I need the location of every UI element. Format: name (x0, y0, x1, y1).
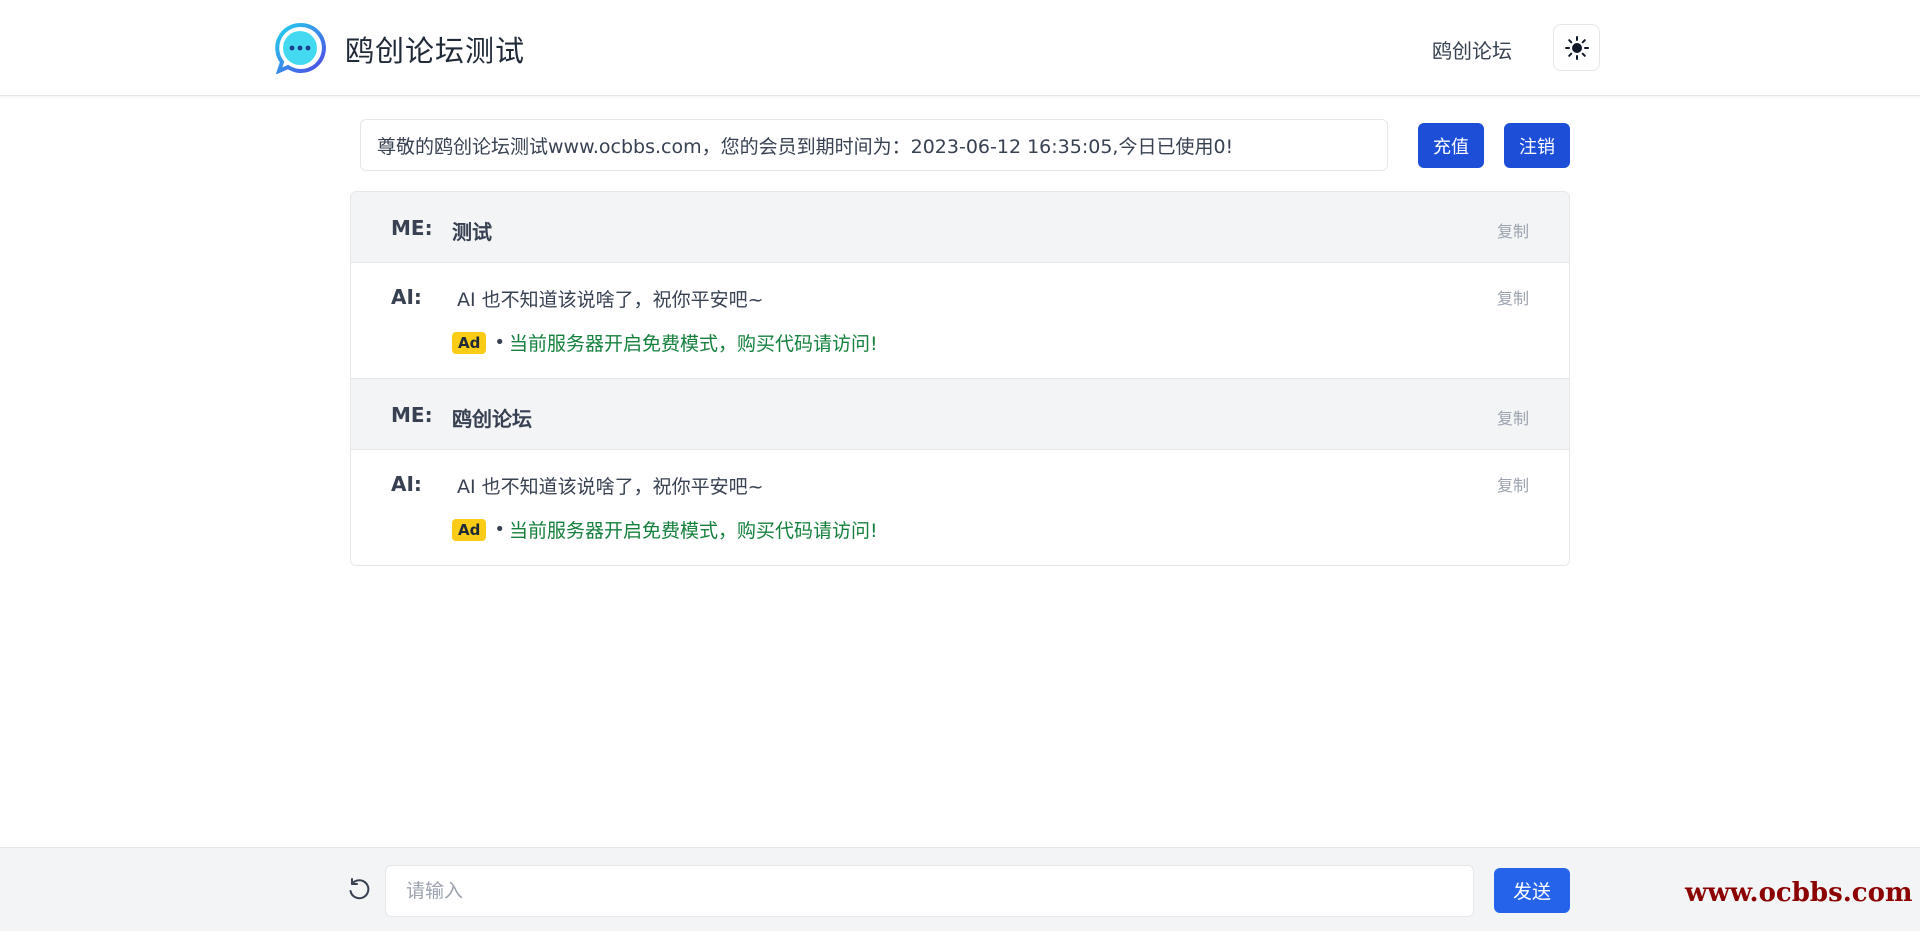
message-text: AI 也不知道该说啥了，祝你平安吧~ (457, 476, 764, 498)
composer-bar: 发送 www.ocbbs.com (0, 847, 1920, 931)
bullet: • (494, 332, 505, 353)
copy-button[interactable]: 复制 (1497, 472, 1529, 496)
role-label: ME: (391, 403, 433, 427)
message-text: AI 也不知道该说啥了，祝你平安吧~ (457, 289, 764, 311)
sun-icon (1564, 35, 1589, 60)
chat-history: ME: 测试 复制 AI: AI 也不知道该说啥了，祝你平安吧~ 复制 Ad •… (350, 191, 1570, 566)
recharge-button[interactable]: 充值 (1418, 123, 1484, 168)
message-ai: AI: AI 也不知道该说啥了，祝你平安吧~ 复制 Ad • 当前服务器开启免费… (351, 450, 1569, 565)
nav-link-forum[interactable]: 鸥创论坛 (1432, 35, 1512, 64)
chat-bubble-icon[interactable] (274, 22, 326, 74)
copy-button[interactable]: 复制 (1497, 405, 1529, 429)
role-label: AI: (391, 472, 422, 496)
ad-link[interactable]: 当前服务器开启免费模式，购买代码请访问! (509, 329, 878, 356)
notice-text: 尊敬的鸥创论坛测试www.ocbbs.com，您的会员到期时间为：2023-06… (377, 135, 1234, 158)
watermark: www.ocbbs.com (1685, 878, 1913, 908)
theme-toggle-button[interactable] (1553, 24, 1600, 71)
logout-button[interactable]: 注销 (1504, 123, 1570, 168)
copy-button[interactable]: 复制 (1497, 218, 1529, 242)
message-me: ME: 测试 复制 (351, 192, 1569, 263)
message-me: ME: 鸥创论坛 复制 (351, 379, 1569, 450)
ad-line: Ad • 当前服务器开启免费模式，购买代码请访问! (452, 516, 878, 543)
top-header: 鸥创论坛测试 鸥创论坛 (0, 0, 1920, 96)
membership-notice: 尊敬的鸥创论坛测试www.ocbbs.com，您的会员到期时间为：2023-06… (360, 119, 1388, 171)
ad-badge: Ad (452, 518, 487, 541)
role-label: AI: (391, 285, 422, 309)
bullet: • (494, 519, 505, 540)
site-title[interactable]: 鸥创论坛测试 (345, 28, 525, 70)
message-text: 测试 (452, 220, 492, 244)
message-ai: AI: AI 也不知道该说啥了，祝你平安吧~ 复制 Ad • 当前服务器开启免费… (351, 263, 1569, 379)
copy-button[interactable]: 复制 (1497, 285, 1529, 309)
ad-line: Ad • 当前服务器开启免费模式，购买代码请访问! (452, 329, 878, 356)
role-label: ME: (391, 216, 433, 240)
message-text: 鸥创论坛 (452, 407, 532, 431)
ad-link[interactable]: 当前服务器开启免费模式，购买代码请访问! (509, 516, 878, 543)
ad-badge: Ad (452, 331, 487, 354)
send-button[interactable]: 发送 (1494, 868, 1570, 913)
refresh-icon[interactable] (346, 876, 372, 902)
message-input[interactable] (385, 865, 1474, 917)
